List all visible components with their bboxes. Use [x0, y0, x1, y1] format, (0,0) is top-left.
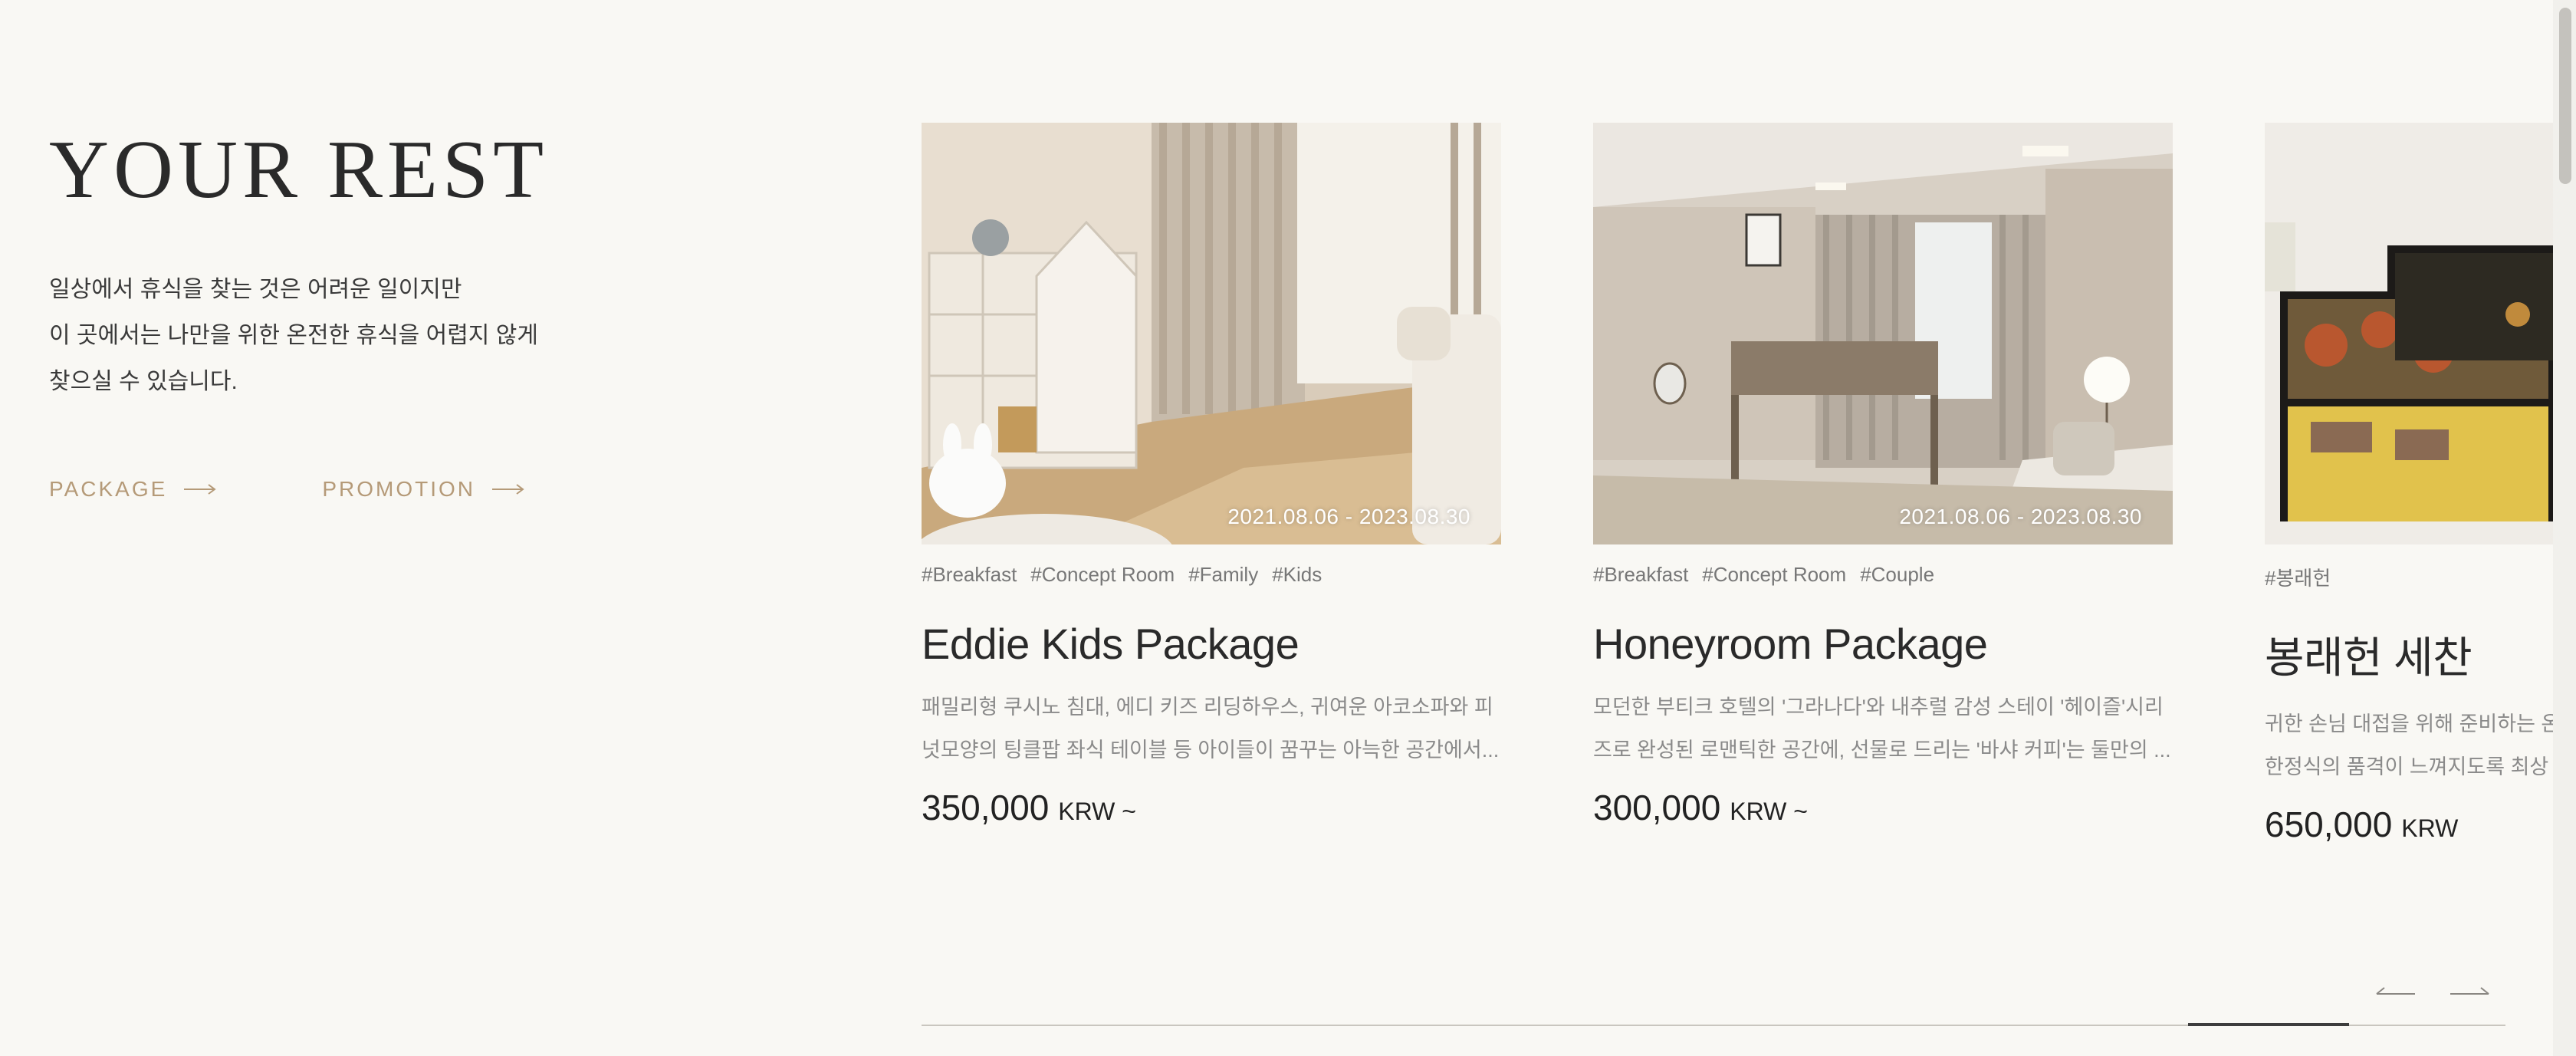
- package-link[interactable]: PACKAGE: [49, 477, 218, 502]
- promotion-link-label: PROMOTION: [322, 477, 475, 501]
- package-description-line: 귀한 손님 대접을 위해 준비하는 온: [2265, 712, 2561, 735]
- intro-links: PACKAGE PROMOTION: [49, 477, 526, 502]
- tag[interactable]: #Couple: [1860, 563, 1934, 587]
- package-date: 2021.08.06 - 2023.08.30: [1227, 505, 1470, 528]
- intro-section: YOUR REST 일상에서 휴식을 찾는 것은 어려운 일이지만 이 곳에서는…: [49, 129, 632, 405]
- package-card[interactable]: 2021.08.06 - 2023.08.30 #Breakfast #Conc…: [1593, 123, 2173, 828]
- price-unit: KRW ~: [1730, 798, 1808, 825]
- honeyroom-photo[interactable]: 2021.08.06 - 2023.08.30: [1593, 123, 2173, 544]
- package-price: 650,000 KRW: [2265, 804, 2576, 845]
- korean-food-image: [2265, 123, 2576, 544]
- scrollbar-thumb[interactable]: [2559, 8, 2571, 184]
- tag[interactable]: #봉래헌: [2265, 563, 2331, 591]
- package-link-label: PACKAGE: [49, 477, 168, 501]
- package-title[interactable]: Honeyroom Package: [1593, 619, 2173, 669]
- kids-room-photo[interactable]: 2021.08.06 - 2023.08.30: [922, 123, 1501, 544]
- package-description-line: 넛모양의 팅클팝 좌식 테이블 등 아이들이 꿈꾸는 아늑한 공간에서...: [922, 739, 1500, 762]
- package-tags: #봉래헌: [2265, 563, 2576, 591]
- intro-description-line: 찾으실 수 있습니다.: [49, 369, 238, 394]
- price-unit: KRW ~: [1058, 798, 1136, 825]
- package-card[interactable]: #봉래헌 봉래헌 세찬 귀한 손님 대접을 위해 준비하는 온 한정식의 품격이…: [2265, 123, 2576, 845]
- price-amount: 650,000: [2265, 804, 2393, 844]
- package-card[interactable]: 2021.08.06 - 2023.08.30 #Breakfast #Conc…: [922, 123, 1501, 828]
- slider-progress-bar: [2188, 1023, 2349, 1026]
- arrow-right-icon: [184, 484, 216, 495]
- package-title[interactable]: 봉래헌 세찬: [2265, 623, 2576, 686]
- tag[interactable]: #Breakfast: [1593, 563, 1688, 587]
- package-description: 귀한 손님 대접을 위해 준비하는 온 한정식의 품격이 느껴지도록 최상: [2265, 702, 2576, 788]
- honeyroom-image: [1593, 123, 2173, 544]
- arrow-left-icon[interactable]: [2374, 983, 2417, 1002]
- package-date: 2021.08.06 - 2023.08.30: [1899, 505, 2142, 528]
- arrow-right-icon[interactable]: [2449, 983, 2492, 1002]
- package-slider[interactable]: 2021.08.06 - 2023.08.30 #Breakfast #Conc…: [922, 123, 2576, 890]
- section-title: YOUR REST: [49, 124, 549, 215]
- arrow-right-icon: [491, 484, 524, 495]
- tag[interactable]: #Concept Room: [1030, 563, 1175, 587]
- package-tags: #Breakfast #Concept Room #Couple: [1593, 563, 2173, 587]
- tag[interactable]: #Family: [1188, 563, 1258, 587]
- package-description: 패밀리형 쿠시노 침대, 에디 키즈 리딩하우스, 귀여운 아코소파와 피 넛모…: [922, 686, 1501, 771]
- kids-room-image: [922, 123, 1501, 544]
- intro-description: 일상에서 휴식을 찾는 것은 어려운 일이지만 이 곳에서는 나만을 위한 온전…: [49, 267, 632, 405]
- promotion-link[interactable]: PROMOTION: [322, 477, 526, 502]
- korean-food-photo[interactable]: [2265, 123, 2576, 544]
- page: YOUR REST 일상에서 휴식을 찾는 것은 어려운 일이지만 이 곳에서는…: [0, 0, 2576, 1056]
- package-tags: #Breakfast #Concept Room #Family #Kids: [922, 563, 1501, 587]
- price-amount: 300,000: [1593, 788, 1721, 827]
- price-amount: 350,000: [922, 788, 1050, 827]
- package-title[interactable]: Eddie Kids Package: [922, 619, 1501, 669]
- tag[interactable]: #Kids: [1272, 563, 1322, 587]
- package-description-line: 즈로 완성된 로맨틱한 공간에, 선물로 드리는 '바샤 커피'는 둘만의 ..…: [1593, 739, 2171, 762]
- tag[interactable]: #Concept Room: [1702, 563, 1846, 587]
- tag[interactable]: #Breakfast: [922, 563, 1017, 587]
- package-description-line: 모던한 부티크 호텔의 '그라나다'와 내추럴 감성 스테이 '헤이즐'시리: [1593, 696, 2164, 719]
- intro-description-line: 이 곳에서는 나만을 위한 온전한 휴식을 어렵지 않게: [49, 323, 538, 348]
- package-description-line: 패밀리형 쿠시노 침대, 에디 키즈 리딩하우스, 귀여운 아코소파와 피: [922, 696, 1493, 719]
- intro-description-line: 일상에서 휴식을 찾는 것은 어려운 일이지만: [49, 277, 462, 302]
- price-unit: KRW: [2401, 814, 2459, 842]
- package-description: 모던한 부티크 호텔의 '그라나다'와 내추럴 감성 스테이 '헤이즐'시리 즈…: [1593, 686, 2173, 771]
- package-price: 300,000 KRW ~: [1593, 787, 2173, 828]
- page-scrollbar[interactable]: [2553, 0, 2576, 1056]
- package-price: 350,000 KRW ~: [922, 787, 1501, 828]
- package-description-line: 한정식의 품격이 느껴지도록 최상: [2265, 755, 2549, 778]
